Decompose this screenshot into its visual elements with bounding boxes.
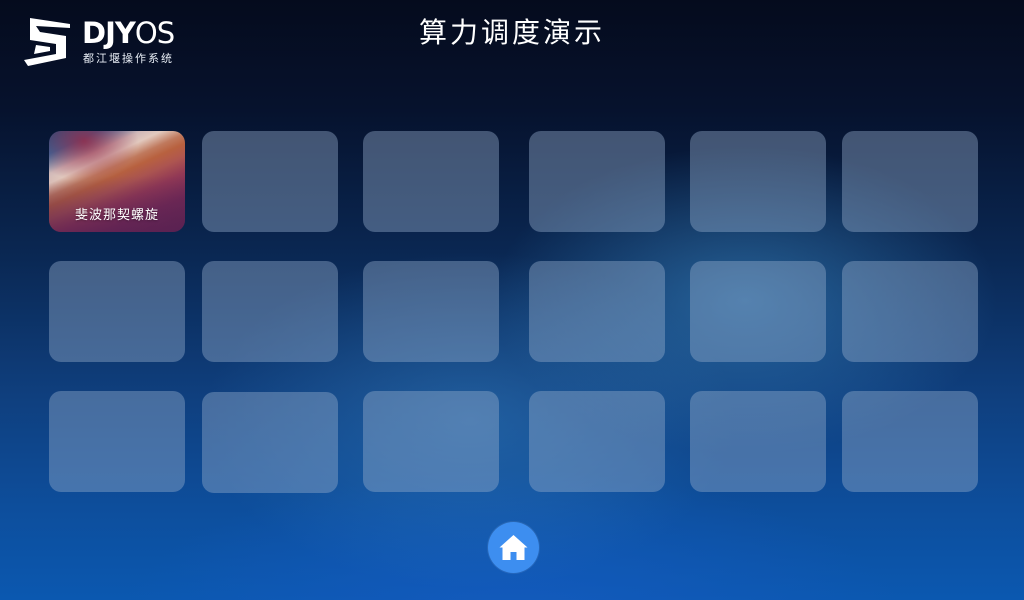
logo-word-thin: OS	[134, 16, 175, 50]
app-tile-empty[interactable]	[529, 131, 665, 232]
app-tile-fibonacci-spiral[interactable]: 斐波那契螺旋	[49, 131, 185, 232]
app-tile-empty[interactable]	[49, 391, 185, 492]
logo-subtitle: 都江堰操作系统	[83, 52, 174, 65]
home-icon	[499, 535, 528, 560]
app-tile-empty[interactable]	[363, 391, 499, 492]
app-tile-empty[interactable]	[363, 131, 499, 232]
djyos-logo-icon	[24, 18, 70, 66]
app-tile-empty[interactable]	[529, 391, 665, 492]
app-tile-empty[interactable]	[202, 131, 338, 232]
home-button[interactable]	[488, 522, 539, 573]
app-tile-empty[interactable]	[529, 261, 665, 362]
page-title: 算力调度演示	[418, 16, 605, 49]
logo-wordmark: DJYOS	[82, 16, 175, 50]
app-tile-empty[interactable]	[690, 391, 826, 492]
app-tile-empty[interactable]	[690, 261, 826, 362]
app-tile-empty[interactable]	[363, 261, 499, 362]
app-tile-empty[interactable]	[202, 392, 338, 493]
app-tile-empty[interactable]	[49, 261, 185, 362]
app-tile-label: 斐波那契螺旋	[74, 208, 159, 223]
app-tile-empty[interactable]	[842, 391, 978, 492]
djyos-logo: DJYOS 都江堰操作系统	[20, 14, 190, 70]
app-tile-empty[interactable]	[690, 131, 826, 232]
app-tile-empty[interactable]	[842, 261, 978, 362]
logo-word-main: DJY	[82, 16, 136, 50]
app-tile-empty[interactable]	[842, 131, 978, 232]
app-tile-empty[interactable]	[202, 261, 338, 362]
